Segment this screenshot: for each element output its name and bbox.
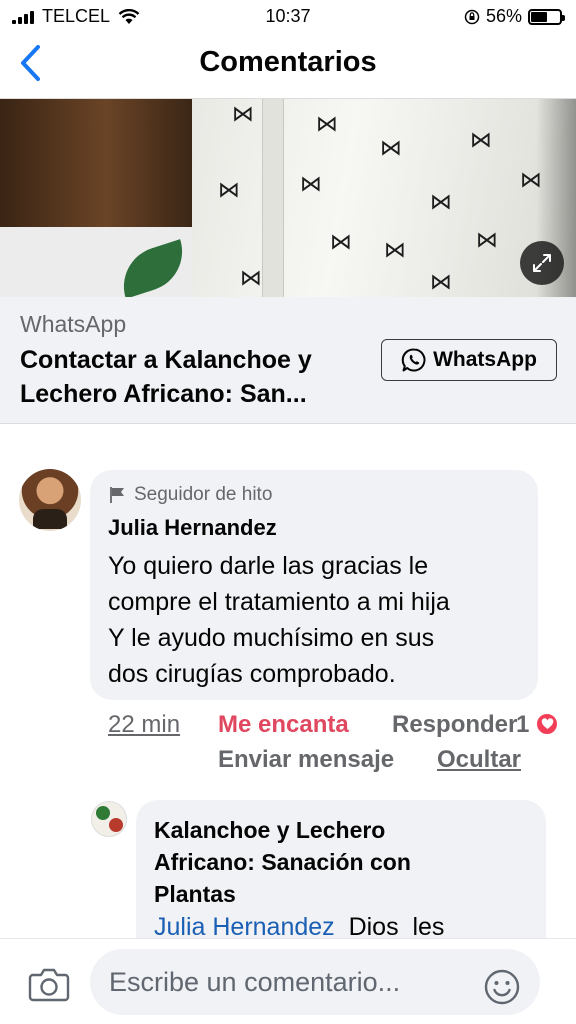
heart-icon[interactable]: [536, 713, 558, 735]
comment-time[interactable]: 22 min: [108, 711, 180, 739]
reply-author-line: Plantas: [154, 881, 236, 907]
preview-source: WhatsApp: [20, 311, 127, 337]
camera-button[interactable]: [28, 966, 72, 1004]
butterfly-icon: ⋈: [476, 227, 498, 252]
comment-bubble[interactable]: Seguidor de hito Julia Hernandez Yo quie…: [90, 470, 538, 700]
flag-icon: [110, 487, 124, 503]
butterfly-icon: ⋈: [384, 237, 406, 262]
battery-level: [531, 11, 547, 22]
reply-body: Dios les: [334, 913, 445, 941]
avatar[interactable]: [19, 469, 81, 531]
comment-line: Yo quiero darle las gracias le: [108, 552, 429, 580]
expand-button[interactable]: [520, 241, 564, 285]
butterfly-icon: ⋈: [380, 135, 402, 160]
battery-percent: 56%: [485, 6, 522, 26]
butterfly-icon: ⋈: [430, 189, 452, 214]
camera-icon: [28, 968, 70, 1002]
comment-composer: Escribe un comentario...: [0, 938, 576, 1024]
preview-title-line: Contactar a Kalanchoe y: [20, 346, 312, 374]
comment-input-placeholder[interactable]: Escribe un comentario...: [109, 967, 400, 998]
comment-actions: 22 min Me encanta Responder 1: [108, 711, 568, 745]
send-message-button[interactable]: Enviar mensaje: [218, 746, 394, 774]
bottle-image: [0, 99, 193, 297]
mention-link[interactable]: Julia Hernandez: [154, 913, 335, 941]
whatsapp-button[interactable]: WhatsApp: [381, 339, 557, 381]
butterfly-icon: ⋈: [240, 265, 262, 290]
butterfly-icon: ⋈: [300, 171, 322, 196]
butterfly-icon: ⋈: [330, 229, 352, 254]
reply-button[interactable]: Responder: [392, 711, 517, 739]
orientation-lock-icon: [464, 9, 480, 24]
butterfly-icon: ⋈: [470, 127, 492, 152]
page-title: Comentarios: [199, 46, 377, 78]
comment-line: dos cirugías comprobado.: [108, 660, 396, 688]
comment-author[interactable]: Julia Hernandez: [108, 515, 277, 541]
love-reaction-button[interactable]: Me encanta: [218, 711, 349, 739]
reaction-count[interactable]: 1: [516, 711, 529, 739]
butterfly-icon: ⋈: [316, 111, 338, 136]
butterfly-icon: ⋈: [430, 269, 452, 294]
emoji-button[interactable]: [482, 967, 522, 1007]
comment-line: Y le ayudo muchísimo en sus: [108, 624, 435, 652]
reply-author[interactable]: Kalanchoe y Lechero Africano: Sanación c…: [154, 814, 524, 910]
reply-author-line: Africano: Sanación con: [154, 849, 411, 875]
follower-badge: Seguidor de hito: [108, 484, 272, 506]
hide-button[interactable]: Ocultar: [437, 746, 521, 774]
header: Comentarios: [0, 34, 576, 96]
expand-icon: [533, 254, 551, 272]
whatsapp-button-label: WhatsApp: [433, 348, 537, 371]
preview-title: Contactar a Kalanchoe y Lechero Africano…: [20, 343, 370, 411]
comment-line: compre el tratamiento a mi hija: [108, 588, 450, 616]
reply-author-line: Kalanchoe y Lechero: [154, 817, 386, 843]
butterfly-icon: ⋈: [232, 101, 254, 126]
link-preview-card[interactable]: ⋈ ⋈ ⋈ ⋈ ⋈ ⋈ ⋈ ⋈ ⋈ ⋈ ⋈ ⋈ ⋈ WhatsApp Conta…: [0, 98, 576, 424]
preview-title-line: Lechero Africano: San...: [20, 380, 307, 408]
badge-label: Seguidor de hito: [134, 484, 273, 505]
page-avatar[interactable]: [91, 801, 127, 837]
preview-image[interactable]: ⋈ ⋈ ⋈ ⋈ ⋈ ⋈ ⋈ ⋈ ⋈ ⋈ ⋈ ⋈ ⋈: [0, 99, 576, 297]
comment-text: Yo quiero darle las gracias le compre el…: [108, 548, 528, 692]
butterfly-icon: ⋈: [218, 177, 240, 202]
reply-bubble[interactable]: Kalanchoe y Lechero Africano: Sanación c…: [136, 800, 546, 960]
smiley-icon: [484, 969, 520, 1005]
whatsapp-icon: [401, 348, 426, 372]
battery-icon: [528, 8, 565, 25]
status-bar: TELCEL 10:37 56%: [0, 0, 576, 34]
